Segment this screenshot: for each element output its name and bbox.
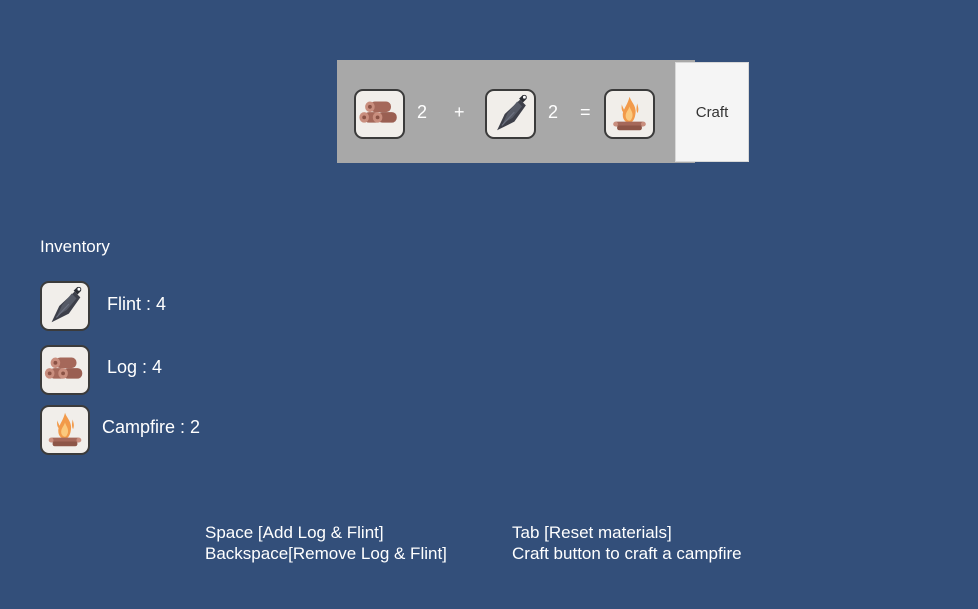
campfire-icon [606,91,653,137]
recipe-result-slot [604,89,655,139]
help-text-right: Tab [Reset materials] Craft button to cr… [512,522,742,564]
inventory-title: Inventory [40,237,110,256]
recipe-ingredient-1-count: 2 [417,102,428,122]
help-craft-button: Craft button to craft a campfire [512,544,742,563]
inventory-slot-flint [40,281,90,331]
help-space-key: Space [Add Log & Flint] [205,523,384,542]
help-tab-key: Tab [Reset materials] [512,523,672,542]
recipe-ingredient-2-slot [485,89,536,139]
flint-icon [487,91,534,137]
inventory-label-log: Log : 4 [107,357,163,377]
campfire-icon [42,407,88,453]
help-backspace-key: Backspace[Remove Log & Flint] [205,544,447,563]
inventory-label-campfire: Campfire : 2 [102,417,201,437]
log-icon [42,347,88,393]
inventory-slot-log [40,345,90,395]
equals-sign: = [580,102,591,122]
craft-button-label: Craft [695,103,729,121]
recipe-ingredient-2-count: 2 [548,102,559,122]
log-icon [356,91,403,137]
plus-sign: + [454,102,465,122]
inventory-slot-campfire [40,405,90,455]
help-text-left: Space [Add Log & Flint] Backspace[Remove… [205,522,447,564]
craft-button[interactable]: Craft [675,62,749,162]
recipe-ingredient-1-slot [354,89,405,139]
inventory-label-flint: Flint : 4 [107,294,167,314]
flint-icon [42,283,88,329]
